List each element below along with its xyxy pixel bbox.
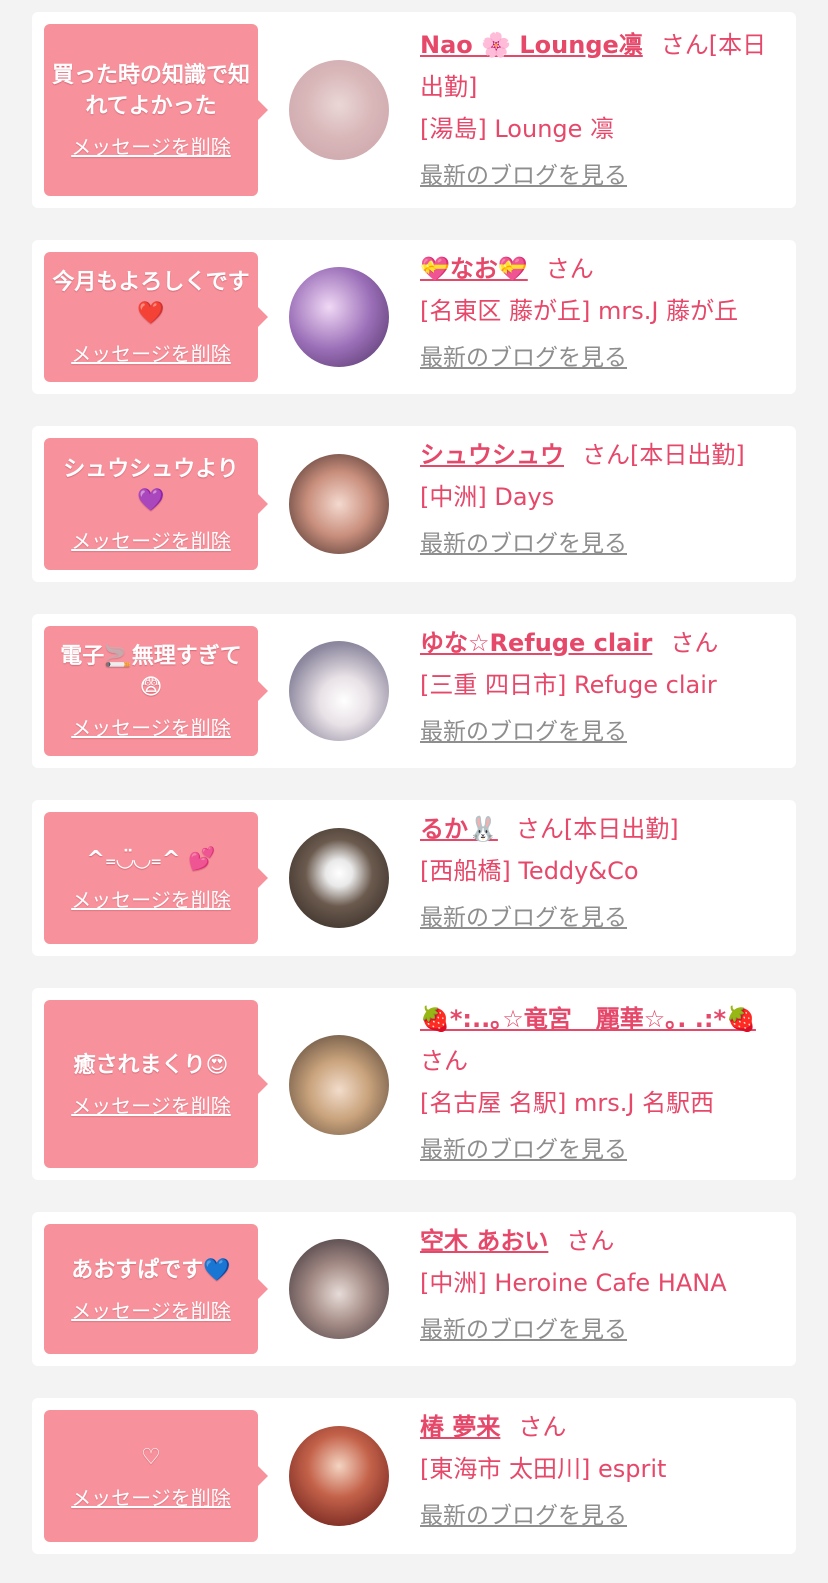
profile-name-link[interactable]: 椿 夢来: [420, 1413, 500, 1441]
message-text: ^₌◡̈◡₌^ 💕: [86, 846, 216, 872]
honorific: さん: [420, 1047, 468, 1075]
latest-blog-link[interactable]: 最新のブログを見る: [420, 524, 627, 558]
message-bubble: 今月もよろしくです❤️ メッセージを削除: [44, 252, 268, 382]
avatar[interactable]: [289, 454, 389, 554]
profile-name-link[interactable]: 🍓*:..｡☆竜宮 麗華☆｡. .:*🍓: [420, 1005, 756, 1033]
honorific: さん: [515, 815, 564, 843]
latest-blog-link[interactable]: 最新のブログを見る: [420, 156, 627, 190]
latest-blog-link[interactable]: 最新のブログを見る: [420, 1130, 627, 1164]
message-card: 癒されまくり😍 メッセージを削除 🍓*:..｡☆竜宮 麗華☆｡. .:*🍓 さん…: [32, 988, 796, 1180]
delete-message-link[interactable]: メッセージを削除: [71, 884, 231, 913]
shop-location: [湯島] Lounge 凛: [420, 115, 615, 143]
honorific: さん: [545, 255, 594, 283]
latest-blog-link[interactable]: 最新のブログを見る: [420, 1496, 627, 1530]
profile-info: ゆな☆Refuge clair さん [三重 四日市] Refuge clair …: [420, 622, 785, 746]
shop-location: [名古屋 名駅] mrs.J 名駅西: [420, 1089, 715, 1117]
shop-location: [名東区 藤が丘] mrs.J 藤が丘: [420, 297, 739, 325]
avatar[interactable]: [289, 267, 389, 367]
delete-message-link[interactable]: メッセージを削除: [71, 131, 231, 160]
honorific: さん: [582, 441, 630, 469]
message-bubble: 買った時の知識で知れてよかった メッセージを削除: [44, 24, 268, 196]
message-bubble: 電子🚬無理すぎて😨 メッセージを削除: [44, 626, 268, 756]
profile-info: 椿 夢来 さん [東海市 太田川] esprit 最新のブログを見る: [420, 1406, 785, 1530]
profile-info: るか🐰 さん[本日出勤] [西船橋] Teddy&Co 最新のブログを見る: [420, 808, 785, 932]
message-card: あおすぱです💙 メッセージを削除 空木 あおい さん [中洲] Heroine C…: [32, 1212, 796, 1366]
message-card: 電子🚬無理すぎて😨 メッセージを削除 ゆな☆Refuge clair さん [三重…: [32, 614, 796, 768]
shop-location: [中洲] Days: [420, 483, 555, 511]
latest-blog-link[interactable]: 最新のブログを見る: [420, 712, 627, 746]
profile-name-link[interactable]: るか🐰: [420, 815, 498, 843]
delete-message-link[interactable]: メッセージを削除: [71, 1090, 231, 1119]
message-text: 癒されまくり😍: [73, 1052, 229, 1078]
profile-info: 💝なお💝 さん [名東区 藤が丘] mrs.J 藤が丘 最新のブログを見る: [420, 248, 785, 372]
profile-info: 空木 あおい さん [中洲] Heroine Cafe HANA 最新のブログを見…: [420, 1220, 785, 1344]
message-card: ^₌◡̈◡₌^ 💕 メッセージを削除 るか🐰 さん[本日出勤] [西船橋] Ted…: [32, 800, 796, 956]
avatar[interactable]: [289, 828, 389, 928]
profile-info: シュウシュウ さん[本日出勤] [中洲] Days 最新のブログを見る: [420, 434, 785, 558]
message-card: 買った時の知識で知れてよかった メッセージを削除 Nao 🌸 Lounge凛 さん…: [32, 12, 796, 208]
shop-location: [東海市 太田川] esprit: [420, 1455, 667, 1483]
message-bubble: 癒されまくり😍 メッセージを削除: [44, 1000, 268, 1168]
avatar[interactable]: [289, 60, 389, 160]
message-bubble: ^₌◡̈◡₌^ 💕 メッセージを削除: [44, 812, 268, 944]
profile-name-link[interactable]: シュウシュウ: [420, 441, 564, 469]
profile-info: Nao 🌸 Lounge凛 さん[本日出勤] [湯島] Lounge 凛 最新のブ…: [420, 24, 785, 190]
message-card: シュウシュウより💜 メッセージを削除 シュウシュウ さん[本日出勤] [中洲] D…: [32, 426, 796, 582]
latest-blog-link[interactable]: 最新のブログを見る: [420, 1310, 627, 1344]
profile-name-link[interactable]: ゆな☆Refuge clair: [420, 629, 652, 657]
delete-message-link[interactable]: メッセージを削除: [71, 338, 231, 367]
message-bubble: ♡ メッセージを削除: [44, 1410, 268, 1542]
message-text: 電子🚬無理すぎて😨: [60, 644, 242, 700]
message-text: あおすぱです💙: [71, 1257, 231, 1283]
latest-blog-link[interactable]: 最新のブログを見る: [420, 338, 627, 372]
delete-message-link[interactable]: メッセージを削除: [71, 712, 231, 741]
delete-message-link[interactable]: メッセージを削除: [71, 1295, 231, 1324]
attendance-status: [本日出勤]: [630, 441, 745, 469]
avatar[interactable]: [289, 1426, 389, 1526]
profile-name-link[interactable]: 空木 あおい: [420, 1227, 548, 1255]
attendance-status: [本日出勤]: [563, 815, 679, 843]
honorific: さん: [660, 31, 709, 59]
honorific: さん: [566, 1227, 615, 1255]
message-text: ♡: [141, 1444, 161, 1470]
latest-blog-link[interactable]: 最新のブログを見る: [420, 898, 627, 932]
profile-info: 🍓*:..｡☆竜宮 麗華☆｡. .:*🍓 さん [名古屋 名駅] mrs.J 名…: [420, 998, 785, 1164]
message-bubble: あおすぱです💙 メッセージを削除: [44, 1224, 268, 1354]
avatar[interactable]: [289, 641, 389, 741]
shop-location: [三重 四日市] Refuge clair: [420, 671, 717, 699]
message-card: ♡ メッセージを削除 椿 夢来 さん [東海市 太田川] esprit 最新のブロ…: [32, 1398, 796, 1554]
message-text: シュウシュウより💜: [63, 457, 239, 513]
message-bubble: シュウシュウより💜 メッセージを削除: [44, 438, 268, 570]
profile-name-link[interactable]: Nao 🌸 Lounge凛: [420, 31, 643, 59]
shop-location: [中洲] Heroine Cafe HANA: [420, 1269, 727, 1297]
avatar[interactable]: [289, 1239, 389, 1339]
honorific: さん: [518, 1413, 567, 1441]
message-text: 買った時の知識で知れてよかった: [52, 63, 251, 119]
honorific: さん: [670, 629, 719, 657]
message-text: 今月もよろしくです❤️: [52, 270, 250, 326]
avatar[interactable]: [289, 1035, 389, 1135]
delete-message-link[interactable]: メッセージを削除: [71, 525, 231, 554]
shop-location: [西船橋] Teddy&Co: [420, 857, 639, 885]
delete-message-link[interactable]: メッセージを削除: [71, 1482, 231, 1511]
message-card: 今月もよろしくです❤️ メッセージを削除 💝なお💝 さん [名東区 藤が丘] mr…: [32, 240, 796, 394]
profile-name-link[interactable]: 💝なお💝: [420, 255, 528, 283]
